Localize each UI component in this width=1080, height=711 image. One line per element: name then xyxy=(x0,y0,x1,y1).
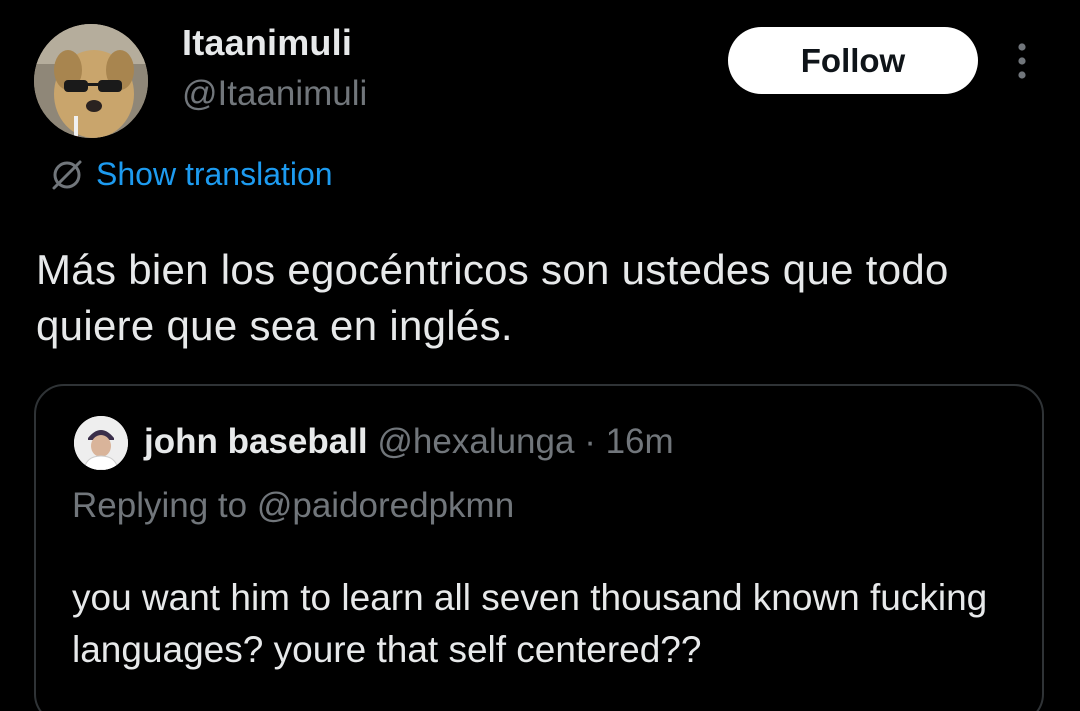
author-display-name[interactable]: Itaanimuli xyxy=(182,22,352,64)
quote-header: john baseball @hexalunga · 16m xyxy=(144,422,674,462)
translate-icon xyxy=(52,160,82,189)
author-avatar[interactable] xyxy=(34,24,148,138)
more-options-button[interactable] xyxy=(1004,38,1040,84)
follow-button[interactable]: Follow xyxy=(728,27,978,94)
show-translation-label: Show translation xyxy=(96,156,333,192)
quote-separator: · xyxy=(584,422,596,461)
dog-avatar-image xyxy=(34,24,148,138)
baseball-player-avatar-image xyxy=(74,416,128,470)
show-translation-link[interactable]: Show translation xyxy=(50,156,333,193)
quote-text: you want him to learn all seven thousand… xyxy=(72,577,988,670)
quote-replying-to: Replying to @paidoredpkmn xyxy=(72,486,515,525)
quote-author-handle: @hexalunga xyxy=(377,422,575,461)
tweet-page: Itaanimuli @Itaanimuli Follow Show trans… xyxy=(0,0,1080,711)
quote-author-name: john baseball xyxy=(144,422,368,461)
tweet-text: Más bien los egocéntricos son ustedes qu… xyxy=(36,246,949,349)
more-vertical-icon xyxy=(1018,43,1026,79)
author-handle[interactable]: @Itaanimuli xyxy=(182,74,367,114)
quote-author-avatar xyxy=(74,416,128,470)
quoted-tweet-card[interactable]: john baseball @hexalunga · 16m Replying … xyxy=(34,384,1044,711)
quote-timestamp: 16m xyxy=(605,422,674,461)
